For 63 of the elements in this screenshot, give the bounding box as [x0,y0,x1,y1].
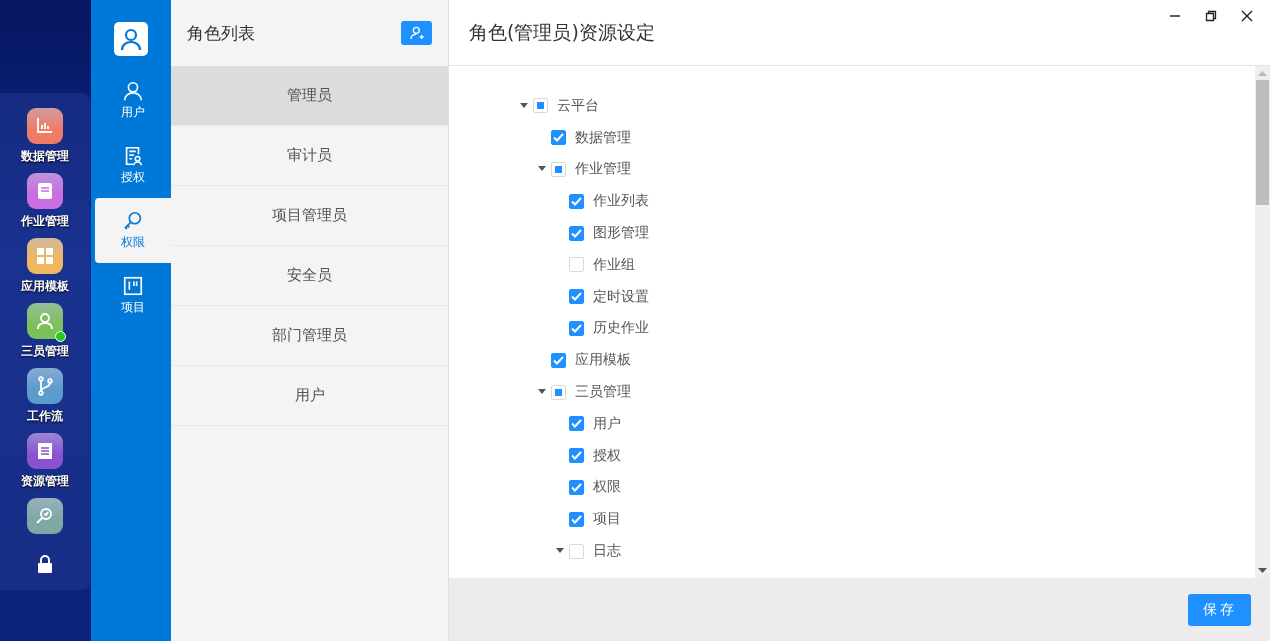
nav-tab[interactable]: 权限 [95,198,171,263]
app-icon[interactable] [27,173,63,209]
key-icon [122,210,144,232]
tree-item-label[interactable]: 定时设置 [593,287,649,306]
tree-item-label[interactable]: 用户 [593,414,621,433]
checkbox[interactable] [551,130,566,146]
app-label: 工作流 [27,408,63,425]
app-label: 三员管理 [21,343,69,360]
checkbox[interactable] [569,479,584,495]
scroll-down-icon[interactable] [1258,566,1267,574]
person-icon [122,80,144,102]
checkbox[interactable] [551,352,566,368]
app-icon[interactable] [27,498,63,534]
nav-tab[interactable]: 用户 [95,68,171,133]
board-icon [122,275,144,297]
close-icon [1241,10,1253,22]
panel-title: 角色列表 [187,21,255,45]
checkbox[interactable] [569,320,584,336]
caret-icon[interactable] [556,548,564,555]
tree-item-label[interactable]: 云平台 [557,96,599,115]
app-icon[interactable] [27,433,63,469]
app-label: 数据管理 [21,148,69,165]
add-person-icon [408,25,425,41]
app-label: 作业管理 [21,213,69,230]
app-icon[interactable] [27,238,63,274]
tree-item-label[interactable]: 作业管理 [575,160,631,179]
tree-item-label[interactable]: 图形管理 [593,224,649,243]
caret-icon[interactable] [538,389,546,396]
status-dot [55,331,66,342]
role-item[interactable]: 管理员 [171,66,448,126]
tree-item-label[interactable]: 日志 [593,542,621,561]
checkbox[interactable] [569,416,584,432]
scroll-up-icon[interactable] [1258,70,1267,78]
checkbox[interactable] [569,225,584,241]
add-role-button[interactable] [401,21,432,45]
nav-tab[interactable]: 授权 [95,133,171,198]
tree-item-label[interactable]: 数据管理 [575,128,631,147]
restore-icon [1205,10,1217,22]
lock-icon[interactable] [37,555,53,573]
checkbox[interactable] [569,289,584,305]
caret-icon[interactable] [520,102,528,109]
tree-item-label[interactable]: 作业组 [593,255,635,274]
scrollbar[interactable] [1255,66,1270,578]
app-icon[interactable] [27,368,63,404]
avatar[interactable] [114,22,148,56]
app-icon[interactable] [27,303,63,339]
tree-item-label[interactable]: 作业列表 [593,192,649,211]
checkbox[interactable] [569,448,584,464]
tree-item-label[interactable]: 历史作业 [593,319,649,338]
nav-tab[interactable]: 项目 [95,263,171,328]
scroll-thumb[interactable] [1256,80,1269,205]
tree-item-label[interactable]: 三员管理 [575,383,631,402]
app-icon[interactable] [27,108,63,144]
tree-item-label[interactable]: 权限 [593,478,621,497]
checkbox[interactable] [569,193,584,209]
app-label: 应用模板 [21,278,69,295]
tree-item-label[interactable]: 授权 [593,446,621,465]
panel-title: 角色(管理员)资源设定 [469,19,655,45]
tree-item-label[interactable]: 项目 [593,510,621,529]
checkbox[interactable] [569,511,584,527]
tree-item-label[interactable]: 应用模板 [575,351,631,370]
app-label: 资源管理 [21,473,69,490]
caret-icon[interactable] [538,166,546,173]
